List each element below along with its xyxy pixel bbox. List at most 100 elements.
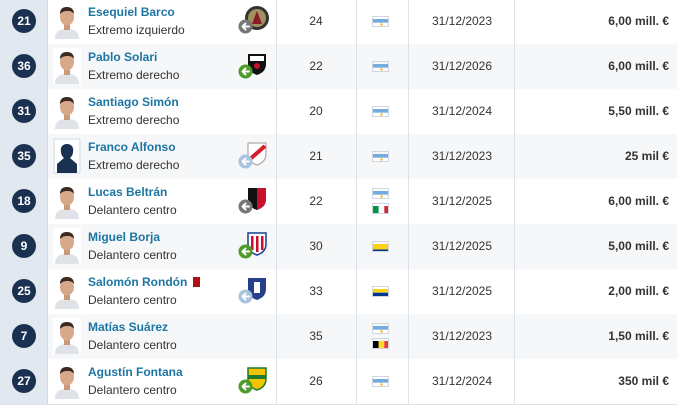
club-crest-icon[interactable] — [238, 185, 270, 219]
player-name[interactable]: Lucas Beltrán — [88, 185, 167, 199]
player-photo[interactable] — [53, 3, 81, 39]
market-value[interactable]: 2,00 mill. € — [608, 269, 669, 314]
player-photo[interactable] — [53, 363, 81, 399]
shirt-number-cell: 31 — [0, 89, 48, 134]
market-value[interactable]: 350 mil € — [618, 359, 669, 404]
table-row: 31 Santiago Simón Extremo derecho 20 31/… — [0, 89, 677, 135]
column-divider — [408, 179, 409, 224]
nationality-flags — [372, 44, 390, 89]
flag-belgium-icon — [372, 338, 389, 349]
player-name[interactable]: Esequiel Barco — [88, 5, 175, 19]
table-row: 36 Pablo Solari Extremo derecho 22 31/12… — [0, 44, 677, 90]
column-divider — [356, 0, 357, 44]
shirt-number: 21 — [12, 9, 36, 33]
player-photo[interactable] — [53, 48, 81, 84]
column-divider — [408, 359, 409, 404]
column-divider — [408, 224, 409, 269]
player-photo[interactable] — [53, 318, 81, 354]
shirt-number-cell: 21 — [0, 0, 48, 44]
market-value[interactable]: 1,50 mill. € — [608, 314, 669, 359]
table-row: 27 Agustín Fontana Delantero centro 26 3… — [0, 359, 677, 405]
player-name-link[interactable]: Lucas Beltrán — [88, 185, 167, 199]
player-name[interactable]: Pablo Solari — [88, 50, 157, 64]
loan-arrow-icon — [238, 19, 253, 39]
table-row: 21 Esequiel Barco Extremo izquierdo 24 3… — [0, 0, 677, 45]
player-name[interactable]: Santiago Simón — [88, 95, 179, 109]
player-age: 33 — [309, 284, 323, 298]
column-divider — [514, 359, 515, 404]
flag-argentina-icon — [372, 151, 389, 162]
contract-end: 31/12/2025 — [431, 194, 493, 208]
nationality-flags — [372, 179, 390, 224]
market-value[interactable]: 6,00 mill. € — [608, 44, 669, 89]
flag-argentina-icon — [372, 323, 389, 334]
club-crest-icon[interactable] — [238, 5, 270, 39]
column-divider — [514, 224, 515, 269]
market-value[interactable]: 5,00 mill. € — [608, 224, 669, 269]
table-row: 18 Lucas Beltrán Delantero centro 22 31/… — [0, 179, 677, 225]
flag-argentina-icon — [372, 376, 389, 387]
player-name-link[interactable]: Santiago Simón — [88, 95, 179, 109]
player-name[interactable]: Franco Alfonso — [88, 140, 176, 154]
club-crest-icon[interactable] — [238, 140, 270, 174]
player-name-link[interactable]: Salomón Rondón — [88, 275, 201, 289]
player-position: Delantero centro — [88, 293, 177, 307]
column-divider — [356, 134, 357, 179]
column-divider — [408, 269, 409, 314]
club-crest-icon[interactable] — [238, 275, 270, 309]
contract-end: 31/12/2025 — [431, 239, 493, 253]
contract-end: 31/12/2025 — [431, 284, 493, 298]
column-divider — [408, 314, 409, 359]
column-divider — [514, 179, 515, 224]
player-age: 26 — [309, 374, 323, 388]
loan-arrow-icon — [238, 379, 253, 399]
player-photo[interactable] — [53, 93, 81, 129]
contract-end: 31/12/2023 — [431, 149, 493, 163]
player-photo[interactable] — [53, 273, 81, 309]
shirt-number: 7 — [12, 324, 36, 348]
column-divider — [514, 89, 515, 134]
table-row: 25 Salomón Rondón Delantero centro 33 31… — [0, 269, 677, 315]
player-name-link[interactable]: Miguel Borja — [88, 230, 160, 244]
shirt-number: 18 — [12, 189, 36, 213]
player-position: Extremo izquierdo — [88, 23, 185, 37]
player-name-link[interactable]: Matías Suárez — [88, 320, 168, 334]
shirt-number-cell: 36 — [0, 44, 48, 89]
nationality-flags — [372, 89, 390, 134]
contract-end: 31/12/2023 — [431, 329, 493, 343]
shirt-number: 36 — [12, 54, 36, 78]
column-divider — [356, 224, 357, 269]
market-value[interactable]: 5,50 mill. € — [608, 89, 669, 134]
player-photo[interactable] — [53, 228, 81, 264]
player-photo[interactable] — [53, 183, 81, 219]
player-name[interactable]: Miguel Borja — [88, 230, 160, 244]
player-position: Extremo derecho — [88, 68, 180, 82]
market-value[interactable]: 6,00 mill. € — [608, 0, 669, 44]
player-age: 22 — [309, 194, 323, 208]
club-crest-icon[interactable] — [238, 365, 270, 399]
player-name[interactable]: Agustín Fontana — [88, 365, 183, 379]
flag-argentina-icon — [372, 188, 389, 199]
red-card-icon — [193, 277, 201, 287]
player-name-link[interactable]: Pablo Solari — [88, 50, 157, 64]
player-age: 21 — [309, 149, 323, 163]
club-crest-icon[interactable] — [238, 50, 270, 84]
player-age: 20 — [309, 104, 323, 118]
player-photo[interactable] — [53, 138, 81, 174]
player-name[interactable]: Matías Suárez — [88, 320, 168, 334]
player-position: Delantero centro — [88, 203, 177, 217]
flag-colombia-icon — [372, 241, 389, 252]
flag-italy-icon — [372, 203, 389, 214]
player-name-link[interactable]: Agustín Fontana — [88, 365, 183, 379]
squad-table: 21 Esequiel Barco Extremo izquierdo 24 3… — [0, 0, 677, 405]
player-name-link[interactable]: Esequiel Barco — [88, 5, 175, 19]
player-name[interactable]: Salomón Rondón — [88, 275, 187, 289]
player-name-link[interactable]: Franco Alfonso — [88, 140, 176, 154]
contract-end: 31/12/2024 — [431, 374, 493, 388]
club-crest-icon[interactable] — [238, 230, 270, 264]
loan-arrow-icon — [238, 154, 253, 174]
market-value[interactable]: 25 mil € — [625, 134, 669, 179]
market-value[interactable]: 6,00 mill. € — [608, 179, 669, 224]
table-row: 9 Miguel Borja Delantero centro 30 31/12… — [0, 224, 677, 270]
column-divider — [514, 269, 515, 314]
